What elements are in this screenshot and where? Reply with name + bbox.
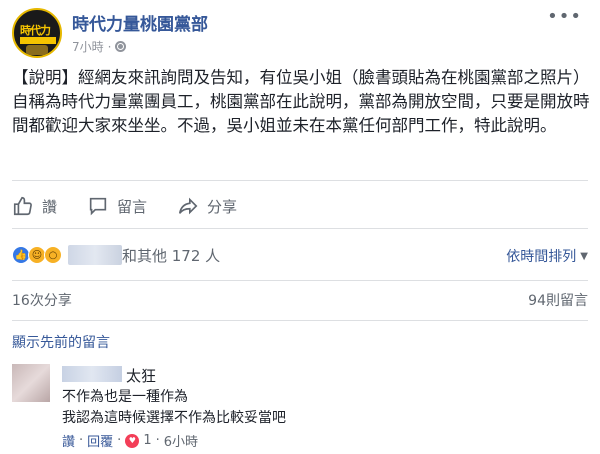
comment-label: 留言 [117, 197, 148, 216]
caret-down-icon: ▼ [580, 250, 588, 262]
comment-count[interactable]: 94則留言 [528, 290, 588, 310]
page-avatar[interactable]: 時代力 [12, 8, 62, 58]
sort-dropdown[interactable]: 依時間排列 ▼ [506, 246, 588, 266]
globe-icon [115, 41, 127, 52]
like-label: 讚 [42, 197, 58, 216]
sort-label: 依時間排列 [506, 249, 577, 265]
reactions-row: 👍 ☺ ○ 和其他 172 人 依時間排列 ▼ [12, 240, 588, 270]
thumbs-up-icon [13, 196, 32, 216]
logo-mark [26, 45, 48, 55]
logo-text: 時代力 [20, 24, 51, 37]
footer-separator: · [117, 433, 122, 448]
share-count[interactable]: 16次分享 [12, 290, 72, 310]
divider [12, 180, 588, 181]
more-options-icon[interactable]: ••• [547, 6, 582, 27]
comment-reply-link[interactable]: 回覆 [87, 431, 113, 450]
comment-text-line2: 我認為這時候選擇不作為比較妥當吧 [62, 410, 286, 426]
comment-reaction-count[interactable]: 1 [143, 433, 151, 448]
footer-separator: · [79, 433, 84, 448]
commenter-name-blurred[interactable] [62, 366, 122, 382]
like-button[interactable]: 讚 [12, 195, 57, 217]
commenter-avatar[interactable] [12, 364, 50, 402]
share-label: 分享 [207, 197, 238, 216]
post-body-text: 【說明】經網友來訊詢問及告知，有位吳小姐（臉書頭貼為在桃園黨部之照片）自稱為時代… [12, 68, 590, 135]
comment-bubble-icon [89, 197, 107, 216]
comment-time[interactable]: 6小時 [164, 431, 198, 450]
post-header: 時代力 時代力量桃園黨部 7小時 · ••• [12, 6, 588, 58]
post-meta: 7小時 · [72, 38, 127, 55]
comment-footer: 讚 · 回覆 · ♥ 1 · 6小時 [62, 431, 198, 450]
comment-text-line1: 不作為也是一種作為 [62, 389, 188, 405]
comment-button[interactable]: 留言 [87, 195, 147, 217]
footer-separator: · [155, 433, 160, 448]
logo-bar [20, 37, 56, 44]
share-arrow-icon [178, 197, 198, 215]
post-time[interactable]: 7小時 [72, 38, 104, 55]
comment-item: 太狂 不作為也是一種作為 我認為這時候選擇不作為比較妥當吧 讚 · 回覆 · ♥… [12, 364, 588, 454]
commenter-name-suffix[interactable]: 太狂 [126, 365, 156, 386]
divider [12, 320, 588, 321]
reaction-icons[interactable]: 👍 ☺ ○ [12, 246, 62, 264]
page-name-link[interactable]: 時代力量桃園黨部 [72, 10, 208, 35]
post-actions: 讚 留言 分享 [12, 190, 588, 222]
meta-separator: · [107, 39, 112, 54]
divider [12, 280, 588, 281]
heart-icon: ♥ [125, 433, 140, 448]
view-previous-comments-link[interactable]: 顯示先前的留言 [12, 332, 110, 352]
stats-row: 16次分享 94則留言 [12, 290, 588, 310]
blurred-user-name[interactable] [68, 245, 122, 265]
reaction-summary[interactable]: 和其他 172 人 [122, 245, 220, 266]
share-button[interactable]: 分享 [177, 195, 237, 217]
divider [12, 228, 588, 229]
wow-icon: ○ [44, 246, 62, 264]
comment-like-link[interactable]: 讚 [62, 431, 75, 450]
